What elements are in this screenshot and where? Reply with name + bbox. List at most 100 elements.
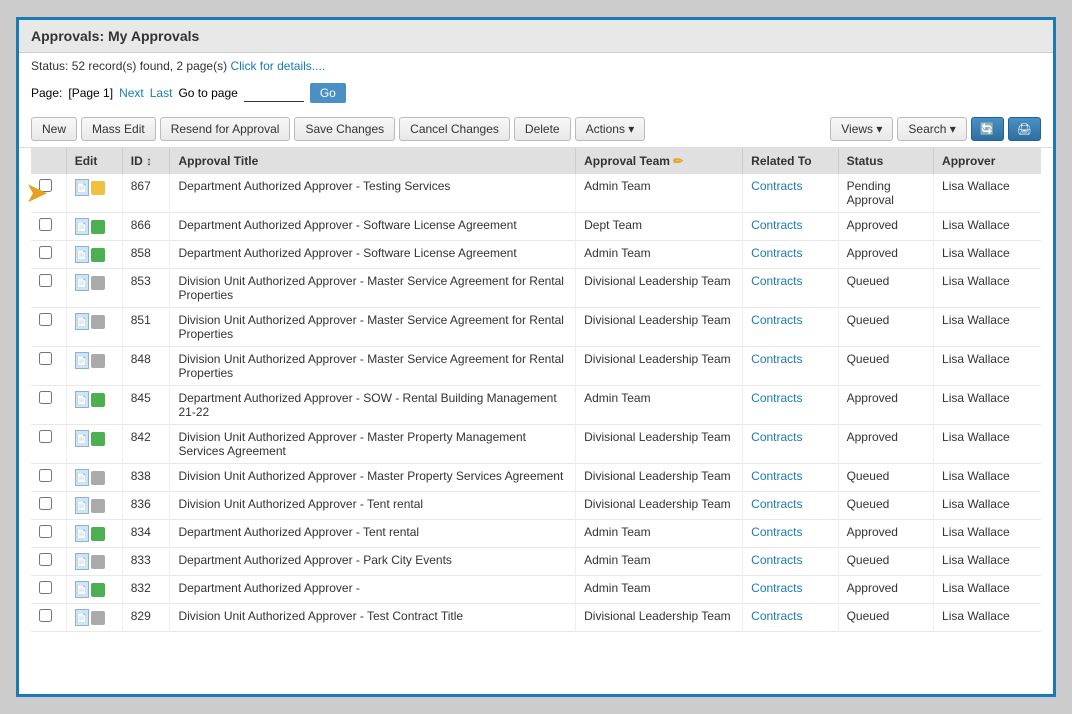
row-status: Approved: [838, 520, 933, 548]
table-row: 📄 867 Department Authorized Approver - T…: [31, 174, 1041, 213]
row-checkbox-cell: [31, 548, 66, 576]
row-id: 829: [122, 604, 170, 632]
title-bar: Approvals: My Approvals: [19, 20, 1053, 53]
row-id: 866: [122, 213, 170, 241]
resend-approval-button[interactable]: Resend for Approval: [160, 117, 291, 141]
table-row: 📄 842 Division Unit Authorized Approver …: [31, 425, 1041, 464]
doc-icon[interactable]: 📄: [75, 525, 89, 542]
mass-edit-button[interactable]: Mass Edit: [81, 117, 156, 141]
row-status: Queued: [838, 347, 933, 386]
row-checkbox[interactable]: [39, 497, 52, 510]
row-status: Queued: [838, 492, 933, 520]
row-checkbox[interactable]: [39, 218, 52, 231]
next-page-link[interactable]: Next: [119, 86, 144, 100]
row-title: Department Authorized Approver - Tent re…: [170, 520, 576, 548]
row-related-to: Contracts: [743, 520, 838, 548]
save-changes-button[interactable]: Save Changes: [294, 117, 395, 141]
row-status: Queued: [838, 548, 933, 576]
row-checkbox[interactable]: [39, 553, 52, 566]
cancel-changes-button[interactable]: Cancel Changes: [399, 117, 510, 141]
contracts-link[interactable]: Contracts: [751, 469, 802, 483]
row-checkbox[interactable]: [39, 274, 52, 287]
row-checkbox-cell: [31, 492, 66, 520]
row-checkbox-cell: [31, 213, 66, 241]
table-row: 📄 853 Division Unit Authorized Approver …: [31, 269, 1041, 308]
last-page-link[interactable]: Last: [150, 86, 173, 100]
row-checkbox[interactable]: [39, 581, 52, 594]
contracts-link[interactable]: Contracts: [751, 497, 802, 511]
status-color-indicator: [91, 276, 105, 290]
pencil-icon[interactable]: ✏: [673, 154, 683, 168]
contracts-link[interactable]: Contracts: [751, 313, 802, 327]
status-color-indicator: [91, 583, 105, 597]
row-related-to: Contracts: [743, 213, 838, 241]
row-checkbox[interactable]: [39, 525, 52, 538]
doc-icon[interactable]: 📄: [75, 430, 89, 447]
actions-button[interactable]: Actions ▾: [575, 117, 646, 141]
row-related-to: Contracts: [743, 386, 838, 425]
doc-icon[interactable]: 📄: [75, 581, 89, 598]
contracts-link[interactable]: Contracts: [751, 609, 802, 623]
refresh-button[interactable]: 🔄: [971, 117, 1004, 141]
contracts-link[interactable]: Contracts: [751, 525, 802, 539]
views-button[interactable]: Views ▾: [830, 117, 893, 141]
row-checkbox[interactable]: [39, 430, 52, 443]
status-text: Status: 52 record(s) found, 2 page(s): [31, 59, 227, 73]
row-checkbox[interactable]: [39, 469, 52, 482]
contracts-link[interactable]: Contracts: [751, 179, 802, 193]
print-button[interactable]: 🖨: [1008, 117, 1041, 141]
delete-button[interactable]: Delete: [514, 117, 571, 141]
contracts-link[interactable]: Contracts: [751, 581, 802, 595]
row-id: 853: [122, 269, 170, 308]
contracts-link[interactable]: Contracts: [751, 430, 802, 444]
doc-icon[interactable]: 📄: [75, 274, 89, 291]
doc-icon[interactable]: 📄: [75, 497, 89, 514]
row-checkbox[interactable]: [39, 391, 52, 404]
contracts-link[interactable]: Contracts: [751, 218, 802, 232]
doc-icon[interactable]: 📄: [75, 553, 89, 570]
row-edit-cell: 📄: [66, 576, 122, 604]
doc-icon[interactable]: 📄: [75, 218, 89, 235]
row-approver: Lisa Wallace: [934, 548, 1041, 576]
row-status: Approved: [838, 386, 933, 425]
contracts-link[interactable]: Contracts: [751, 246, 802, 260]
row-title: Division Unit Authorized Approver - Mast…: [170, 464, 576, 492]
table-row: 📄 858 Department Authorized Approver - S…: [31, 241, 1041, 269]
row-approval-team: Divisional Leadership Team: [576, 425, 743, 464]
table-row: 📄 829 Division Unit Authorized Approver …: [31, 604, 1041, 632]
doc-icon[interactable]: 📄: [75, 352, 89, 369]
doc-icon[interactable]: 📄: [75, 609, 89, 626]
row-checkbox-cell: [31, 269, 66, 308]
doc-icon[interactable]: 📄: [75, 246, 89, 263]
row-checkbox[interactable]: [39, 313, 52, 326]
new-button[interactable]: New: [31, 117, 77, 141]
contracts-link[interactable]: Contracts: [751, 553, 802, 567]
row-title: Division Unit Authorized Approver - Mast…: [170, 425, 576, 464]
doc-icon[interactable]: 📄: [75, 391, 89, 408]
status-details-link[interactable]: Click for details....: [230, 59, 325, 73]
row-checkbox[interactable]: [39, 352, 52, 365]
search-button[interactable]: Search ▾: [897, 117, 966, 141]
row-approval-team: Dept Team: [576, 213, 743, 241]
row-approval-team: Divisional Leadership Team: [576, 604, 743, 632]
go-to-page-input[interactable]: [244, 85, 304, 102]
doc-icon[interactable]: 📄: [75, 313, 89, 330]
row-approver: Lisa Wallace: [934, 386, 1041, 425]
row-edit-cell: 📄: [66, 386, 122, 425]
status-color-indicator: [91, 611, 105, 625]
status-color-indicator: [91, 315, 105, 329]
contracts-link[interactable]: Contracts: [751, 352, 802, 366]
row-checkbox[interactable]: [39, 609, 52, 622]
row-approver: Lisa Wallace: [934, 576, 1041, 604]
row-id: 834: [122, 520, 170, 548]
contracts-link[interactable]: Contracts: [751, 391, 802, 405]
approvals-table: Edit ID ↕ Approval Title Approval Team ✏…: [31, 148, 1041, 632]
row-approver: Lisa Wallace: [934, 425, 1041, 464]
row-edit-cell: 📄: [66, 464, 122, 492]
row-checkbox[interactable]: [39, 246, 52, 259]
doc-icon[interactable]: 📄: [75, 179, 89, 196]
row-edit-cell: 📄: [66, 269, 122, 308]
go-button[interactable]: Go: [310, 83, 346, 103]
contracts-link[interactable]: Contracts: [751, 274, 802, 288]
doc-icon[interactable]: 📄: [75, 469, 89, 486]
